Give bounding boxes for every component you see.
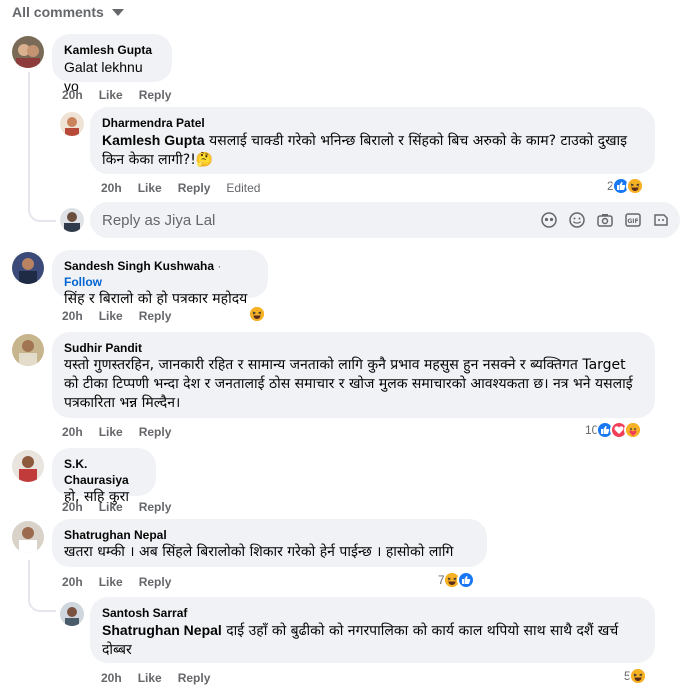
comment-actions: 20h Like Reply (101, 670, 210, 686)
comment-author[interactable]: Dharmendra Patel (102, 115, 643, 131)
comment-text: सिंह र बिरालो को हो पत्रकार महोदय (64, 291, 248, 307)
reply-button[interactable]: Reply (139, 87, 172, 103)
like-button[interactable]: Like (99, 87, 123, 103)
comment-author[interactable]: Sandesh Singh Kushwaha (64, 259, 214, 273)
like-button[interactable]: Like (99, 574, 123, 590)
avatar[interactable] (12, 252, 44, 284)
follow-button[interactable]: Follow (64, 275, 102, 289)
reply-input[interactable]: Reply as Jiya Lal GIF (90, 202, 680, 238)
like-button[interactable]: Like (99, 424, 123, 440)
haha-reaction-icon (628, 667, 647, 685)
reply-button[interactable]: Reply (139, 308, 172, 324)
reaction-summary[interactable]: 10 (585, 421, 643, 439)
reply-button[interactable]: Reply (178, 180, 211, 196)
reaction-summary[interactable]: 5 (624, 667, 647, 685)
haha-reaction-icon (625, 177, 644, 195)
comment-actions: 20h Like Reply Edited (101, 180, 260, 196)
reply-button[interactable]: Reply (139, 499, 172, 515)
comment-author[interactable]: Shatrughan Nepal (64, 527, 475, 543)
avatar[interactable] (12, 450, 44, 482)
care-reaction-icon (624, 421, 643, 439)
reaction-summary[interactable]: 7 (438, 571, 475, 589)
camera-icon[interactable] (596, 211, 614, 229)
comment-author[interactable]: Sudhir Pandit (64, 340, 643, 356)
avatar[interactable] (60, 208, 84, 232)
reply-placeholder: Reply as Jiya Lal (102, 211, 216, 229)
mention-link[interactable]: Shatrughan Nepal (102, 622, 222, 638)
comment-actions: 20h Like Reply (62, 87, 171, 103)
edited-label[interactable]: Edited (226, 180, 260, 196)
gif-icon[interactable]: GIF (624, 211, 642, 229)
like-button[interactable]: Like (138, 180, 162, 196)
comment-bubble: Sudhir Pandit यस्तो गुणस्तरहिन, जानकारी … (52, 332, 655, 418)
comment-actions: 20h Like Reply (62, 424, 171, 440)
reaction-summary[interactable] (248, 305, 266, 323)
chevron-down-icon (111, 9, 124, 16)
comment-time[interactable]: 20h (62, 424, 83, 440)
comment-bubble: S.K. Chaurasiya हो, सहि कुरा (52, 448, 156, 505)
avatar-sticker-icon[interactable] (652, 211, 670, 229)
comment-time[interactable]: 20h (62, 574, 83, 590)
comment-filter-label: All comments (12, 4, 104, 20)
avatar[interactable] (12, 521, 44, 553)
comment-time[interactable]: 20h (101, 180, 122, 196)
like-button[interactable]: Like (99, 308, 123, 324)
reply-button[interactable]: Reply (178, 670, 211, 686)
comment-actions: 20h Like Reply (62, 499, 171, 515)
comment-time[interactable]: 20h (62, 499, 83, 515)
avatar[interactable] (12, 334, 44, 366)
comment-author[interactable]: S.K. Chaurasiya (64, 456, 144, 488)
avatar[interactable] (60, 112, 84, 136)
comment-bubble: Santosh Sarraf Shatrughan Nepal दाई उहाँ… (90, 597, 655, 663)
like-button[interactable]: Like (99, 499, 123, 515)
comment-filter-dropdown[interactable]: All comments (12, 4, 124, 20)
comment-text: खतरा धम्की । अब सिंहले बिरालोको शिकार गर… (64, 544, 454, 560)
haha-reaction-icon (248, 305, 266, 323)
comment-text: Kamlesh Gupta यसलाई चाक्डी गरेको भनिन्छ … (102, 131, 643, 170)
comment-bubble: Shatrughan Nepal खतरा धम्की । अब सिंहले … (52, 519, 487, 567)
comment-bubble: Dharmendra Patel Kamlesh Gupta यसलाई चाक… (90, 107, 655, 174)
thread-line (28, 72, 56, 222)
comment-author-line: Sandesh Singh Kushwaha · Follow (64, 258, 256, 290)
like-button[interactable]: Like (138, 670, 162, 686)
comment-text: यस्तो गुणस्तरहिन, जानकारी रहित र सामान्य… (64, 357, 633, 411)
reaction-summary[interactable]: 2 (607, 177, 644, 195)
comment-actions: 20h Like Reply (62, 308, 171, 324)
thread-line (28, 560, 56, 612)
mention-link[interactable]: Kamlesh Gupta (102, 132, 205, 148)
comment-time[interactable]: 20h (62, 308, 83, 324)
avatar[interactable] (60, 602, 84, 626)
svg-text:GIF: GIF (627, 218, 638, 225)
sticker-icon[interactable] (540, 211, 558, 229)
comment-author[interactable]: Kamlesh Gupta (64, 42, 160, 58)
comment-time[interactable]: 20h (101, 670, 122, 686)
comment-actions: 20h Like Reply (62, 574, 171, 590)
reply-button[interactable]: Reply (139, 574, 172, 590)
comment-time[interactable]: 20h (62, 87, 83, 103)
comment-author[interactable]: Santosh Sarraf (102, 605, 643, 621)
like-reaction-icon (456, 571, 475, 589)
reply-button[interactable]: Reply (139, 424, 172, 440)
comment-bubble: Sandesh Singh Kushwaha · Follow सिंह र ब… (52, 250, 268, 307)
emoji-icon[interactable] (568, 211, 586, 229)
comment-text: Shatrughan Nepal दाई उहाँ को बुढीको को न… (102, 621, 643, 660)
separator-dot: · (217, 259, 222, 273)
comment-bubble: Kamlesh Gupta Galat lekhnu vo (52, 34, 172, 94)
avatar[interactable] (12, 36, 44, 68)
